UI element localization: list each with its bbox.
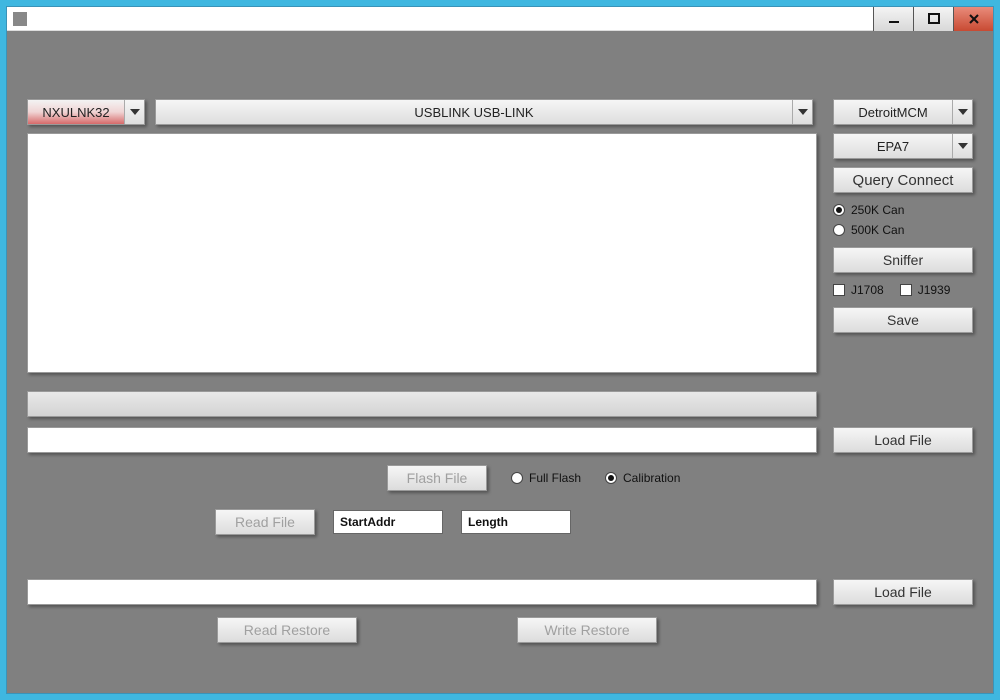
app-window: NXULNK32 USBLINK USB-LINK DetroitMCM EPA…	[6, 6, 994, 694]
full-flash-radio[interactable]: Full Flash	[511, 471, 581, 485]
ecu-label: DetroitMCM	[834, 100, 952, 124]
length-input[interactable]	[461, 510, 571, 534]
chevron-down-icon	[124, 100, 144, 124]
j1939-checkbox[interactable]: J1939	[900, 283, 951, 297]
ecu-dropdown[interactable]: DetroitMCM	[833, 99, 973, 125]
adapter-dll-dropdown[interactable]: NXULNK32	[27, 99, 145, 125]
j1708-checkbox[interactable]: J1708	[833, 283, 884, 297]
client-area: NXULNK32 USBLINK USB-LINK DetroitMCM EPA…	[7, 31, 993, 693]
restore-file-path-input[interactable]	[27, 579, 817, 605]
load-file-button-1[interactable]: Load File	[833, 427, 973, 453]
chevron-down-icon	[792, 100, 812, 124]
log-textarea[interactable]	[27, 133, 817, 373]
close-button[interactable]	[953, 7, 993, 31]
window-controls	[873, 7, 993, 31]
sniffer-button[interactable]: Sniffer	[833, 247, 973, 273]
checkbox-icon	[900, 284, 912, 296]
start-addr-input[interactable]	[333, 510, 443, 534]
query-connect-button[interactable]: Query Connect	[833, 167, 973, 193]
minimize-icon	[888, 13, 900, 25]
save-button[interactable]: Save	[833, 307, 973, 333]
can-250k-radio[interactable]: 250K Can	[833, 203, 973, 217]
radio-icon	[833, 204, 845, 216]
j1939-label: J1939	[918, 283, 951, 297]
calibration-radio[interactable]: Calibration	[605, 471, 680, 485]
read-file-button[interactable]: Read File	[215, 509, 315, 535]
protocol-label: EPA7	[834, 134, 952, 158]
radio-icon	[833, 224, 845, 236]
adapter-name-label: USBLINK USB-LINK	[156, 100, 792, 124]
calibration-label: Calibration	[623, 471, 680, 485]
radio-icon	[511, 472, 523, 484]
adapter-name-dropdown[interactable]: USBLINK USB-LINK	[155, 99, 813, 125]
adapter-dll-label: NXULNK32	[28, 100, 124, 124]
checkbox-icon	[833, 284, 845, 296]
maximize-icon	[928, 13, 940, 25]
progress-bar	[27, 391, 817, 417]
chevron-down-icon	[952, 100, 972, 124]
write-restore-button[interactable]: Write Restore	[517, 617, 657, 643]
close-icon	[968, 13, 980, 25]
maximize-button[interactable]	[913, 7, 953, 31]
protocol-dropdown[interactable]: EPA7	[833, 133, 973, 159]
load-file-button-2[interactable]: Load File	[833, 579, 973, 605]
flash-file-path-input[interactable]	[27, 427, 817, 453]
titlebar	[7, 7, 993, 31]
can-500k-label: 500K Can	[851, 223, 904, 237]
j1708-label: J1708	[851, 283, 884, 297]
radio-icon	[605, 472, 617, 484]
app-icon	[13, 12, 27, 26]
read-restore-button[interactable]: Read Restore	[217, 617, 357, 643]
minimize-button[interactable]	[873, 7, 913, 31]
can-250k-label: 250K Can	[851, 203, 904, 217]
flash-file-button[interactable]: Flash File	[387, 465, 487, 491]
chevron-down-icon	[952, 134, 972, 158]
full-flash-label: Full Flash	[529, 471, 581, 485]
can-500k-radio[interactable]: 500K Can	[833, 223, 973, 237]
